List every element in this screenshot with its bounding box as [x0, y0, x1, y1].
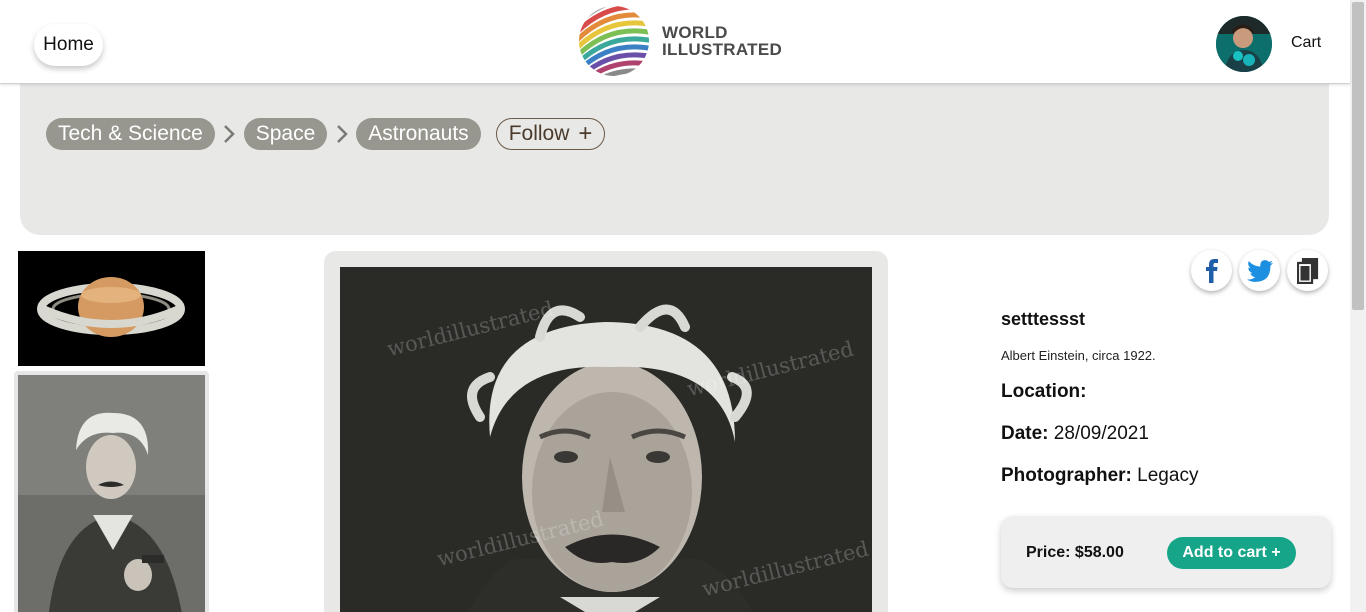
- photographer-value: Legacy: [1137, 465, 1199, 486]
- date-row: Date: 28/09/2021: [1001, 423, 1331, 445]
- thumbnail-saturn[interactable]: [18, 251, 205, 366]
- copy-icon: [1296, 257, 1318, 284]
- thumbnail-einstein-image: [18, 375, 205, 612]
- breadcrumb: Tech & Science Space Astronauts Follow +: [46, 118, 606, 150]
- main-image[interactable]: worldillustrated worldillustrated worldi…: [340, 267, 872, 612]
- breadcrumb-item-astronauts[interactable]: Astronauts: [356, 118, 481, 150]
- facebook-icon: [1205, 258, 1218, 283]
- thumbnail-einstein[interactable]: [14, 371, 209, 612]
- user-avatar[interactable]: [1216, 16, 1272, 72]
- plus-icon: +: [578, 120, 593, 147]
- logo-globe-icon: [578, 5, 650, 77]
- chevron-right-icon: [327, 118, 356, 150]
- breadcrumb-item-tech-science[interactable]: Tech & Science: [46, 118, 215, 150]
- follow-label: Follow: [508, 122, 570, 145]
- logo-text-line2: ILLUSTRATED: [662, 40, 783, 59]
- image-caption: Albert Einstein, circa 1922.: [1001, 348, 1156, 363]
- location-row: Location:: [1001, 381, 1331, 403]
- price-text: Price: $58.00: [1026, 544, 1124, 561]
- site-logo[interactable]: WORLD ILLUSTRATED: [578, 5, 782, 77]
- purchase-box: Price: $58.00 Add to cart +: [1001, 516, 1331, 588]
- logo-text: WORLD ILLUSTRATED: [662, 24, 782, 58]
- date-label: Date:: [1001, 423, 1049, 444]
- logo-text-line1: WORLD: [662, 23, 728, 42]
- add-to-cart-button[interactable]: Add to cart +: [1167, 537, 1296, 569]
- photographer-label: Photographer:: [1001, 465, 1132, 486]
- follow-button[interactable]: Follow +: [495, 118, 606, 150]
- date-value: 28/09/2021: [1053, 423, 1149, 444]
- chevron-right-icon: [215, 118, 244, 150]
- twitter-icon: [1246, 259, 1273, 282]
- image-title: setttessst: [1001, 309, 1086, 329]
- main-image-frame: worldillustrated worldillustrated worldi…: [324, 251, 888, 612]
- breadcrumb-item-space[interactable]: Space: [243, 118, 328, 150]
- home-button[interactable]: Home: [34, 24, 103, 66]
- copy-link-button[interactable]: [1287, 250, 1328, 291]
- photographer-row: Photographer: Legacy: [1001, 465, 1331, 487]
- top-nav-bar: Home WORLD ILLUSTRATED Cart: [0, 0, 1350, 84]
- image-details: setttessst Albert Einstein, circa 1922. …: [1001, 309, 1331, 487]
- cart-link[interactable]: Cart: [1291, 34, 1321, 52]
- scrollbar-thumb[interactable]: [1352, 2, 1364, 310]
- location-label: Location:: [1001, 381, 1087, 402]
- breadcrumb-panel: Tech & Science Space Astronauts Follow +: [20, 84, 1329, 235]
- share-facebook-button[interactable]: [1191, 250, 1232, 291]
- page: Home WORLD ILLUSTRATED Cart Tech & Scien…: [0, 0, 1366, 612]
- share-twitter-button[interactable]: [1239, 250, 1280, 291]
- vertical-scrollbar[interactable]: [1350, 0, 1366, 612]
